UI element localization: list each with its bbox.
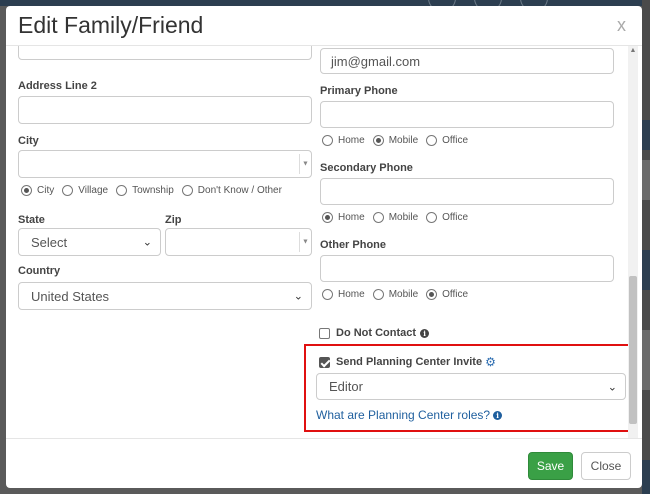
radio-unchecked-icon (426, 212, 438, 223)
info-icon[interactable]: i (493, 410, 503, 420)
radio-checked-icon (21, 185, 32, 196)
modal-title: Edit Family/Friend (18, 12, 204, 38)
country-select[interactable]: United States ⌄ (18, 282, 312, 310)
city-select[interactable]: ▼ (18, 150, 312, 178)
radio-checked-icon (322, 212, 333, 223)
modal-footer: Save Close (6, 438, 642, 488)
zip-label: Zip (165, 214, 182, 226)
secondary-phone-type-radio-group: Home Mobile Office (322, 212, 476, 223)
gear-icon[interactable]: ⚙ (485, 355, 496, 369)
dropdown-triangle-icon: ▼ (302, 238, 309, 246)
close-icon[interactable]: x (617, 15, 626, 36)
radio-secondary-office[interactable]: Office (426, 212, 468, 223)
secondary-phone-input[interactable] (320, 178, 614, 205)
radio-checked-icon (426, 289, 438, 300)
state-select[interactable]: Select ⌄ (18, 228, 161, 256)
address-line-2-label: Address Line 2 (18, 80, 97, 92)
info-icon: i (420, 328, 430, 338)
primary-phone-label: Primary Phone (320, 85, 398, 97)
country-label: Country (18, 265, 61, 277)
radio-secondary-mobile[interactable]: Mobile (372, 212, 418, 223)
zip-select[interactable]: ▼ (165, 228, 312, 256)
radio-township[interactable]: Township (116, 185, 174, 196)
radio-unchecked-icon (372, 212, 384, 223)
city-label: City (18, 135, 39, 147)
close-button[interactable]: Close (581, 452, 631, 480)
city-type-radio-group: City Village Township Don't Know / Other (21, 185, 290, 196)
radio-unchecked-icon (181, 185, 193, 196)
radio-unchecked-icon (116, 185, 128, 196)
email-input[interactable]: jim@gmail.com (320, 48, 614, 74)
modal-body: Address Line 2 City ▼ City Village Towns… (6, 46, 642, 438)
save-button[interactable]: Save (528, 452, 573, 480)
radio-village[interactable]: Village (62, 185, 108, 196)
radio-city[interactable]: City (21, 185, 54, 196)
primary-phone-input[interactable] (320, 101, 614, 128)
planning-center-role-select[interactable]: Editor ⌄ (316, 373, 626, 400)
radio-unchecked-icon (372, 289, 384, 300)
scroll-up-arrow-icon[interactable]: ▲ (628, 46, 638, 56)
radio-checked-icon (372, 135, 384, 146)
other-phone-label: Other Phone (320, 239, 387, 251)
dropdown-triangle-icon: ▼ (302, 160, 309, 168)
radio-other-mobile[interactable]: Mobile (372, 289, 418, 300)
scrollbar-thumb[interactable] (629, 276, 637, 424)
secondary-phone-label: Secondary Phone (320, 162, 413, 174)
send-planning-center-invite-checkbox[interactable]: Send Planning Center Invite ⚙ (319, 355, 496, 369)
do-not-contact-checkbox[interactable]: Do Not Contact i (319, 327, 430, 339)
checkbox-checked-icon (319, 356, 330, 368)
chevron-down-icon: ⌄ (293, 290, 303, 303)
edit-family-friend-modal: Edit Family/Friend x Address Line 2 City… (6, 6, 642, 488)
chevron-down-icon: ⌄ (142, 236, 152, 249)
radio-other-office[interactable]: Office (426, 289, 468, 300)
radio-dont-know-other[interactable]: Don't Know / Other (181, 185, 282, 196)
background-page-edge (642, 0, 650, 494)
radio-secondary-home[interactable]: Home (322, 212, 365, 223)
chevron-down-icon: ⌄ (607, 381, 617, 393)
do-not-contact-label: Do Not Contact (336, 327, 417, 339)
other-phone-type-radio-group: Home Mobile Office (322, 289, 476, 300)
send-invite-label: Send Planning Center Invite (336, 356, 483, 368)
radio-unchecked-icon (426, 135, 438, 146)
radio-primary-mobile[interactable]: Mobile (372, 135, 418, 146)
checkbox-unchecked-icon (319, 327, 330, 339)
address-line-1-input[interactable] (18, 46, 312, 60)
modal-header: Edit Family/Friend x (6, 6, 642, 46)
radio-unchecked-icon (322, 289, 333, 300)
address-line-2-input[interactable] (18, 96, 312, 124)
radio-unchecked-icon (322, 135, 333, 146)
radio-primary-office[interactable]: Office (426, 135, 468, 146)
radio-other-home[interactable]: Home (322, 289, 365, 300)
planning-center-roles-link[interactable]: What are Planning Center roles? i (316, 408, 503, 422)
radio-unchecked-icon (62, 185, 74, 196)
other-phone-input[interactable] (320, 255, 614, 282)
primary-phone-type-radio-group: Home Mobile Office (322, 135, 476, 146)
state-label: State (18, 214, 45, 226)
radio-primary-home[interactable]: Home (322, 135, 365, 146)
